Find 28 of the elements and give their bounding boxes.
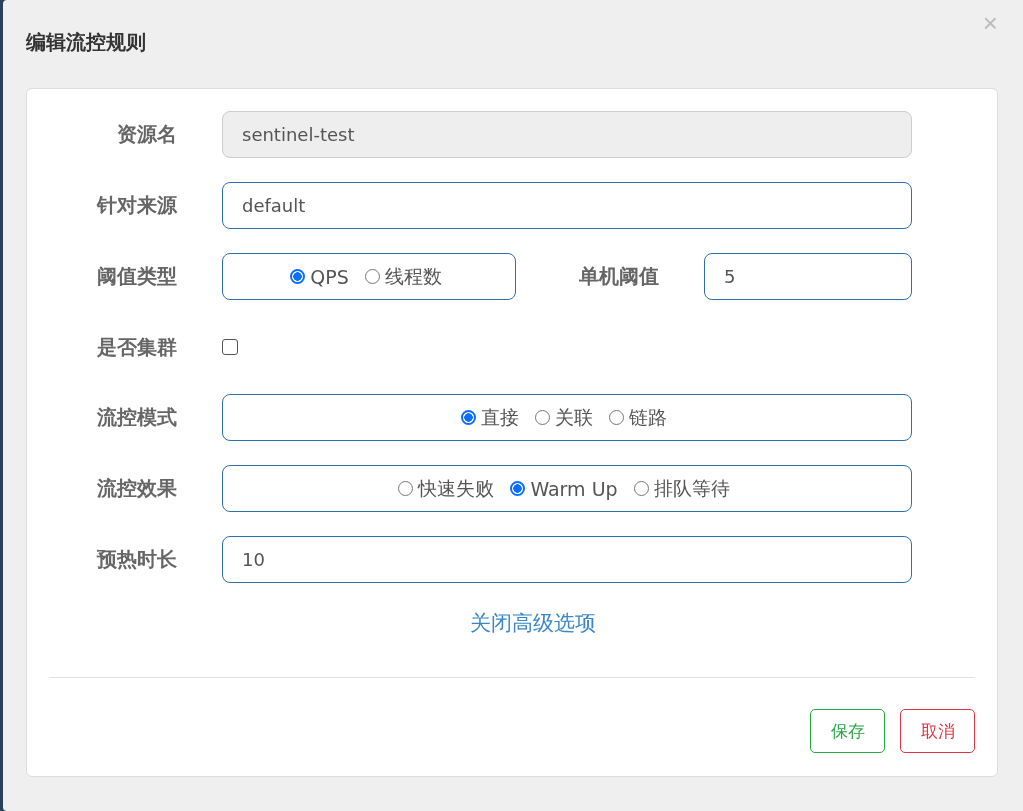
radio-label: 直接: [481, 404, 519, 430]
field-label: 针对来源: [97, 192, 177, 219]
radio-label: QPS: [310, 265, 349, 288]
field-label: 资源名: [117, 121, 177, 148]
radio-label: 排队等待: [653, 475, 730, 501]
input-field[interactable]: 5: [704, 253, 912, 300]
radio-button[interactable]: [290, 269, 306, 284]
field-label: 单机阈值: [578, 263, 660, 290]
save-button[interactable]: 保存: [810, 709, 885, 753]
field-label: 阈值类型: [97, 263, 177, 290]
cancel-button[interactable]: 取消: [900, 709, 975, 753]
radio-label: 链路: [629, 404, 667, 430]
radio-label: 快速失败: [418, 475, 495, 501]
field-label: 流控效果: [97, 475, 177, 502]
toggle-link[interactable]: 关闭高级选项: [469, 609, 596, 637]
input-field[interactable]: 10: [222, 536, 912, 583]
field-label: 流控模式: [97, 404, 177, 431]
radio-button[interactable]: [510, 481, 526, 496]
radio-button[interactable]: [461, 410, 476, 425]
dialog-title: 编辑流控规则: [26, 28, 146, 56]
field-label: 预热时长: [97, 546, 177, 573]
input-field[interactable]: default: [222, 182, 912, 229]
radio-label: Warm Up: [530, 477, 618, 500]
radio-label: 线程数: [384, 263, 442, 289]
checkbox[interactable]: [222, 339, 238, 355]
readonly-field: sentinel-test: [222, 111, 912, 158]
field-label: 是否集群: [97, 333, 177, 361]
radio-label: 关联: [555, 404, 593, 430]
